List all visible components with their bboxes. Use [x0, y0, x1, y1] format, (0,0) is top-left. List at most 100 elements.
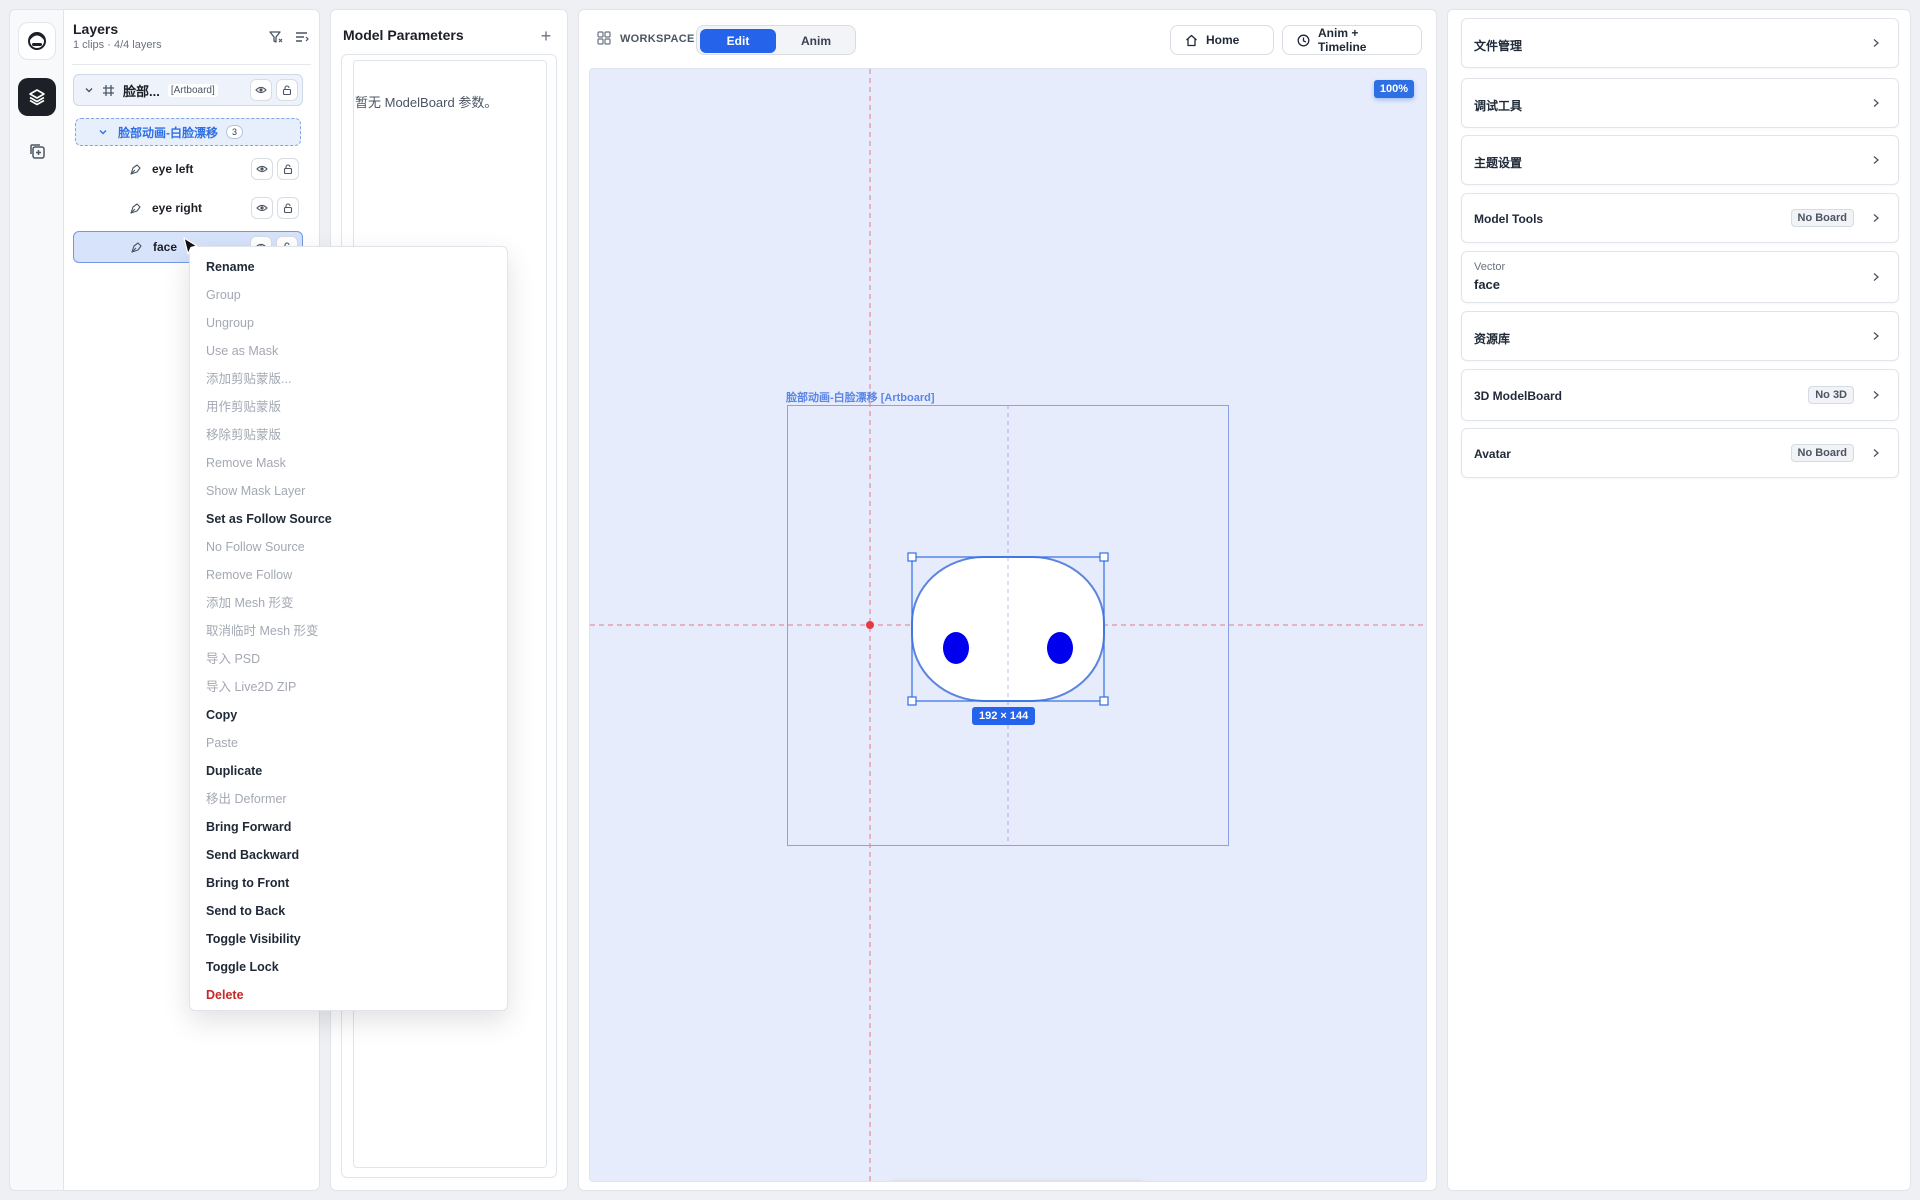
menu-item-item-5: 用作剪贴蒙版	[206, 400, 282, 414]
tab-edit[interactable]: Edit	[700, 29, 776, 53]
home-label: Home	[1206, 33, 1240, 47]
card-title: 资源库	[1474, 332, 1511, 346]
workspace-label: WORKSPACE	[620, 33, 695, 45]
menu-item-toggle-lock[interactable]: Toggle Lock	[206, 957, 279, 977]
artboard-frame	[787, 405, 1229, 846]
status-badge: No Board	[1790, 209, 1854, 227]
menu-item-psd: 导入 PSD	[206, 652, 261, 666]
status-badge: No 3D	[1808, 386, 1854, 404]
clock-icon	[1297, 34, 1310, 47]
menu-item-remove-mask: Remove Mask	[206, 456, 286, 470]
layer-row-group[interactable]: 脸部动画-白脸漂移 3	[75, 118, 301, 146]
menu-item-rename[interactable]: Rename	[206, 257, 255, 277]
artboard-icon	[102, 84, 115, 97]
layers-title: Layers	[73, 21, 119, 37]
menu-item-remove-follow: Remove Follow	[206, 568, 293, 582]
card-title: 主题设置	[1474, 156, 1523, 170]
inspector-panel: 文件管理 调试工具 主题设置 Model Tools No Board Vect…	[1447, 9, 1911, 1191]
workspace-panel: WORKSPACE Edit Anim Home Anim + Timeline	[578, 9, 1437, 1191]
layers-summary: 1 clips · 4/4 layers	[73, 39, 162, 51]
card-avatar[interactable]: Avatar No Board	[1461, 428, 1899, 478]
icon-rail	[9, 9, 64, 1191]
menu-item-delete[interactable]: Delete	[206, 985, 244, 1005]
pen-vector-icon	[130, 241, 143, 254]
canvas[interactable]: 100% 脸部动画-白脸漂移 [Artboard] 192 × 144	[589, 68, 1427, 1182]
chevron-right-icon	[1872, 331, 1880, 341]
card-title: Avatar	[1474, 447, 1511, 461]
lock-icon[interactable]	[277, 197, 299, 219]
params-empty-text: 暂无 ModelBoard 参数。	[355, 95, 498, 110]
menu-item-paste: Paste	[206, 736, 238, 750]
layer-row-artboard[interactable]: 脸部... [Artboard]	[73, 74, 303, 106]
card-debug-tools[interactable]: 调试工具	[1461, 78, 1899, 128]
menu-item-copy[interactable]: Copy	[206, 705, 237, 725]
menu-item-deformer: 移出 Deformer	[206, 792, 287, 806]
chevron-right-icon	[1872, 272, 1880, 282]
group-count-badge: 3	[226, 125, 244, 139]
chevron-right-icon	[1872, 448, 1880, 458]
layer-row-eye-right[interactable]: eye right	[73, 192, 303, 224]
card-file-management[interactable]: 文件管理	[1461, 18, 1899, 68]
chevron-down-icon[interactable]	[82, 83, 96, 97]
menu-item-bring-forward[interactable]: Bring Forward	[206, 817, 291, 837]
workspace-grid-icon	[597, 31, 611, 45]
layer-name: eye right	[152, 201, 203, 215]
mouse-cursor-icon	[183, 237, 198, 255]
app-logo-icon[interactable]	[18, 22, 56, 60]
lock-icon[interactable]	[276, 79, 298, 101]
artboard-tag: [Artboard]	[167, 83, 218, 97]
anim-timeline-label: Anim + Timeline	[1318, 26, 1367, 54]
chevron-down-icon[interactable]	[96, 125, 110, 139]
menu-item-send-backward[interactable]: Send Backward	[206, 845, 299, 865]
home-button[interactable]: Home	[1170, 25, 1274, 55]
menu-item-no-follow-source: No Follow Source	[206, 540, 305, 554]
card-theme-settings[interactable]: 主题设置	[1461, 135, 1899, 185]
layer-name: eye left	[152, 162, 194, 176]
menu-item-toggle-visibility[interactable]: Toggle Visibility	[206, 929, 301, 949]
menu-item-set-as-follow-source[interactable]: Set as Follow Source	[206, 509, 332, 529]
visibility-eye-icon[interactable]	[251, 158, 273, 180]
params-title: Model Parameters	[343, 27, 464, 43]
sort-icon[interactable]	[295, 30, 309, 44]
group-name: 脸部动画-白脸漂移	[118, 125, 218, 140]
card-title: 调试工具	[1474, 99, 1523, 113]
bottom-toolbar	[888, 1180, 1148, 1181]
card-model-tools[interactable]: Model Tools No Board	[1461, 193, 1899, 243]
menu-item-item-6: 移除剪贴蒙版	[206, 428, 282, 442]
menu-item-send-to-back[interactable]: Send to Back	[206, 901, 285, 921]
tab-anim[interactable]: Anim	[781, 29, 851, 53]
chevron-right-icon	[1872, 155, 1880, 165]
layer-name: face	[153, 240, 178, 254]
pen-vector-icon	[129, 202, 142, 215]
add-parameter-button[interactable]: +	[535, 25, 557, 47]
menu-item-mesh: 添加 Mesh 形变	[206, 596, 294, 610]
card-asset-library[interactable]: 资源库	[1461, 311, 1899, 361]
menu-item-item-4: 添加剪贴蒙版...	[206, 372, 292, 386]
artboard-label: 脸部动画-白脸漂移 [Artboard]	[786, 392, 935, 404]
home-icon	[1185, 34, 1198, 47]
lock-icon[interactable]	[277, 158, 299, 180]
menu-item-duplicate[interactable]: Duplicate	[206, 761, 262, 781]
card-title: face	[1474, 277, 1501, 292]
visibility-eye-icon[interactable]	[251, 197, 273, 219]
layers-icon[interactable]	[18, 78, 56, 116]
card-title: 文件管理	[1474, 39, 1523, 53]
menu-item-bring-to-front[interactable]: Bring to Front	[206, 873, 289, 893]
layer-row-eye-left[interactable]: eye left	[73, 153, 303, 185]
chevron-right-icon	[1872, 390, 1880, 400]
card-vector-selection[interactable]: Vector face	[1461, 251, 1899, 303]
divider	[72, 64, 311, 65]
chevron-right-icon	[1872, 98, 1880, 108]
menu-item-ungroup: Ungroup	[206, 316, 254, 330]
zoom-badge[interactable]: 100%	[1373, 80, 1414, 98]
layer-name: 脸部...	[123, 83, 160, 99]
card-3d-modelboard[interactable]: 3D ModelBoard No 3D	[1461, 369, 1899, 421]
filter-icon[interactable]	[269, 30, 283, 44]
pen-vector-icon	[129, 163, 142, 176]
add-board-icon[interactable]	[18, 132, 56, 170]
menu-item-show-mask-layer: Show Mask Layer	[206, 484, 306, 498]
visibility-eye-icon[interactable]	[250, 79, 272, 101]
card-subtitle: Vector	[1474, 261, 1506, 273]
mode-switch: Edit Anim	[696, 25, 856, 55]
anim-timeline-button[interactable]: Anim + Timeline	[1282, 25, 1422, 55]
